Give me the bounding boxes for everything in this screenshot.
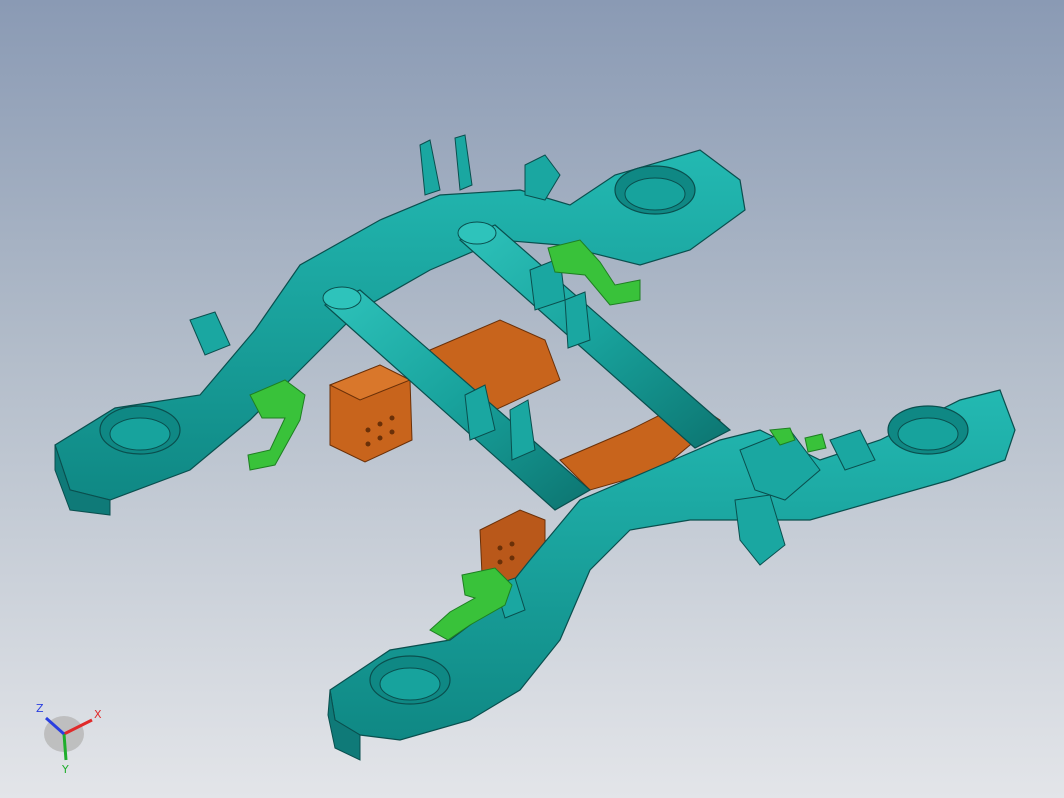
y-axis-label: Y [61, 763, 69, 776]
cad-viewport[interactable]: X Y Z [0, 0, 1064, 798]
green-bracket-5[interactable] [804, 433, 827, 453]
x-axis-label: X [94, 708, 102, 721]
axis-triad: X Y Z [28, 698, 118, 778]
y-axis-line [62, 733, 68, 761]
axis-triad-graphic: X Y Z [36, 702, 102, 776]
green-bracket-1[interactable] [247, 379, 306, 471]
z-axis-label: Z [36, 702, 44, 715]
bogie-frame-model[interactable] [0, 0, 1064, 798]
